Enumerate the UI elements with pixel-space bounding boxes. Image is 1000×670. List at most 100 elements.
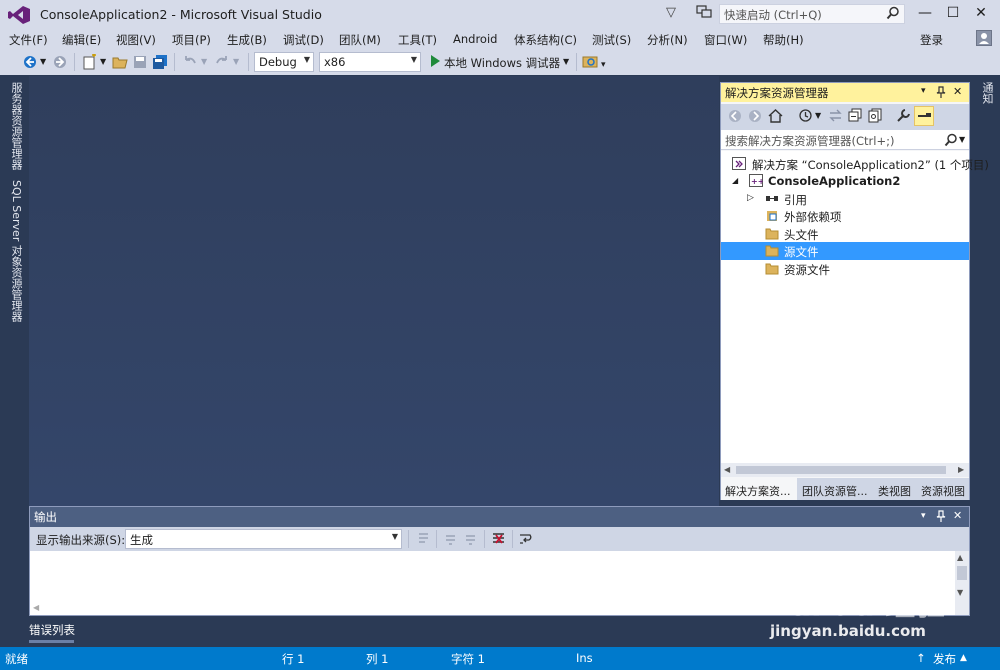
menu-debug[interactable]: 调试(D) bbox=[283, 32, 324, 48]
close-button[interactable]: ✕ bbox=[966, 4, 996, 24]
panel-options-dropdown-icon[interactable]: ▾ bbox=[921, 86, 926, 96]
pin-icon[interactable] bbox=[936, 86, 946, 98]
minimize-button[interactable]: — bbox=[910, 4, 940, 24]
find-message-in-code-icon[interactable] bbox=[416, 531, 431, 546]
redo-icon[interactable] bbox=[214, 54, 230, 70]
tree-item-references[interactable]: ▷ 引用 bbox=[721, 190, 969, 208]
filter-dropdown-icon[interactable]: ▼ bbox=[815, 111, 821, 120]
server-explorer-tab[interactable]: 服务器资源管理器 bbox=[8, 82, 24, 170]
output-options-dropdown-icon[interactable]: ▾ bbox=[921, 511, 926, 521]
menu-project[interactable]: 项目(P) bbox=[172, 32, 211, 48]
tree-item-label: 解决方案 “ConsoleApplication2” (1 个项目) bbox=[752, 158, 989, 172]
user-account-icon[interactable] bbox=[976, 30, 992, 46]
new-dropdown-icon[interactable]: ▼ bbox=[100, 57, 106, 66]
tree-item-source-files[interactable]: 源文件 bbox=[721, 242, 969, 260]
external-deps-icon bbox=[767, 211, 777, 221]
toolbar-separator bbox=[248, 53, 249, 71]
start-debugging-button[interactable]: 本地 Windows 调试器 bbox=[444, 55, 560, 71]
menu-file[interactable]: 文件(F) bbox=[9, 32, 48, 48]
new-project-icon[interactable] bbox=[82, 54, 98, 70]
tree-item-project[interactable]: ◢ ++ ConsoleApplication2 bbox=[721, 172, 969, 190]
filter-icon[interactable]: ▽ bbox=[666, 5, 680, 20]
scroll-left-icon[interactable]: ◀ bbox=[33, 603, 39, 612]
menu-build[interactable]: 生成(B) bbox=[227, 32, 267, 48]
forward-icon[interactable] bbox=[748, 109, 762, 123]
menu-test[interactable]: 测试(S) bbox=[592, 32, 631, 48]
show-all-files-icon[interactable] bbox=[868, 108, 883, 123]
output-close-icon[interactable]: ✕ bbox=[953, 509, 962, 522]
open-file-icon[interactable] bbox=[112, 54, 128, 70]
menu-tools[interactable]: 工具(T) bbox=[398, 32, 437, 48]
publish-arrow-icon[interactable]: ↑ bbox=[916, 651, 926, 665]
search-icon[interactable] bbox=[886, 6, 900, 20]
menu-architecture[interactable]: 体系结构(C) bbox=[514, 32, 577, 48]
save-icon[interactable] bbox=[132, 54, 148, 70]
scrollbar-thumb[interactable] bbox=[736, 466, 946, 474]
back-icon[interactable] bbox=[728, 109, 742, 123]
output-header bbox=[30, 507, 969, 527]
expanded-arrow-icon[interactable]: ◢ bbox=[732, 176, 738, 185]
tab-class-view[interactable]: 类视图 bbox=[878, 483, 911, 499]
tree-item-external-dependencies[interactable]: 外部依赖项 bbox=[721, 207, 969, 225]
menu-analyze[interactable]: 分析(N) bbox=[647, 32, 688, 48]
menu-window[interactable]: 窗口(W) bbox=[704, 32, 747, 48]
tab-team-explorer[interactable]: 团队资源管... bbox=[802, 483, 868, 499]
chevron-down-icon: ▼ bbox=[303, 55, 310, 64]
menu-android[interactable]: Android bbox=[453, 32, 497, 46]
menu-view[interactable]: 视图(V) bbox=[116, 32, 156, 48]
error-list-tab[interactable]: 错误列表 bbox=[29, 622, 75, 638]
panel-close-icon[interactable]: ✕ bbox=[953, 85, 962, 98]
menu-team[interactable]: 团队(M) bbox=[339, 32, 381, 48]
sign-in-link[interactable]: 登录 bbox=[920, 32, 943, 48]
notifications-tab[interactable]: 通知 bbox=[979, 82, 995, 104]
sql-server-object-explorer-tab[interactable]: SQL Server 对象资源管理器 bbox=[8, 180, 24, 322]
chevron-down-icon: ▼ bbox=[410, 55, 417, 64]
scroll-right-icon[interactable]: ▶ bbox=[958, 465, 964, 474]
publish-dropdown-icon[interactable]: ▲ bbox=[960, 653, 967, 663]
tree-item-header-files[interactable]: 头文件 bbox=[721, 225, 969, 243]
feedback-icon[interactable] bbox=[696, 5, 712, 19]
back-dropdown-icon[interactable]: ▼ bbox=[40, 57, 46, 66]
save-all-icon[interactable] bbox=[152, 54, 168, 70]
redo-dropdown-icon[interactable]: ▼ bbox=[233, 57, 239, 66]
navigate-forward-icon[interactable] bbox=[52, 54, 68, 70]
menu-edit[interactable]: 编辑(E) bbox=[62, 32, 101, 48]
start-debugging-icon[interactable] bbox=[430, 55, 440, 67]
platform-value: x86 bbox=[324, 55, 346, 69]
maximize-button[interactable]: ☐ bbox=[938, 4, 968, 24]
scroll-left-icon[interactable]: ◀ bbox=[724, 465, 730, 474]
search-options-dropdown-icon[interactable]: ▼ bbox=[959, 135, 965, 144]
home-icon[interactable] bbox=[768, 108, 783, 123]
debug-target-dropdown-icon[interactable]: ▼ bbox=[563, 57, 569, 66]
navigate-back-icon[interactable] bbox=[22, 54, 38, 70]
toolbar-separator bbox=[408, 530, 409, 548]
tree-item-resource-files[interactable]: 资源文件 bbox=[721, 260, 969, 278]
output-source-select[interactable]: 生成 ▼ bbox=[125, 529, 402, 549]
configuration-value: Debug bbox=[259, 55, 297, 69]
pending-changes-filter-icon[interactable] bbox=[798, 108, 813, 123]
pin-icon[interactable] bbox=[936, 510, 946, 522]
undo-icon[interactable] bbox=[182, 54, 198, 70]
solution-platform-select[interactable]: x86 ▼ bbox=[319, 52, 421, 72]
toolbar-overflow-icon[interactable]: ▾ bbox=[601, 60, 606, 70]
publish-button[interactable]: 发布 bbox=[933, 651, 956, 667]
properties-icon[interactable] bbox=[896, 108, 911, 123]
find-in-files-icon[interactable] bbox=[582, 54, 598, 70]
tab-solution-explorer[interactable]: 解决方案资... bbox=[725, 483, 791, 499]
watermark-url: jingyan.baidu.com bbox=[770, 622, 926, 640]
menu-help[interactable]: 帮助(H) bbox=[763, 32, 804, 48]
undo-dropdown-icon[interactable]: ▼ bbox=[201, 57, 207, 66]
next-message-icon[interactable] bbox=[463, 531, 478, 546]
previous-message-icon[interactable] bbox=[443, 531, 458, 546]
clear-all-icon[interactable] bbox=[491, 531, 506, 546]
sync-with-document-icon[interactable] bbox=[828, 108, 843, 123]
search-icon[interactable] bbox=[944, 133, 958, 147]
tab-resource-view[interactable]: 资源视图 bbox=[921, 483, 965, 499]
collapsed-arrow-icon[interactable]: ▷ bbox=[747, 193, 754, 203]
status-bar bbox=[0, 647, 1000, 670]
solution-configuration-select[interactable]: Debug ▼ bbox=[254, 52, 314, 72]
toggle-word-wrap-icon[interactable] bbox=[518, 531, 533, 546]
collapse-all-icon[interactable] bbox=[848, 108, 863, 123]
quick-launch-placeholder: 快速启动 (Ctrl+Q) bbox=[724, 8, 822, 22]
tree-item-solution[interactable]: 解决方案 “ConsoleApplication2” (1 个项目) bbox=[721, 155, 989, 173]
